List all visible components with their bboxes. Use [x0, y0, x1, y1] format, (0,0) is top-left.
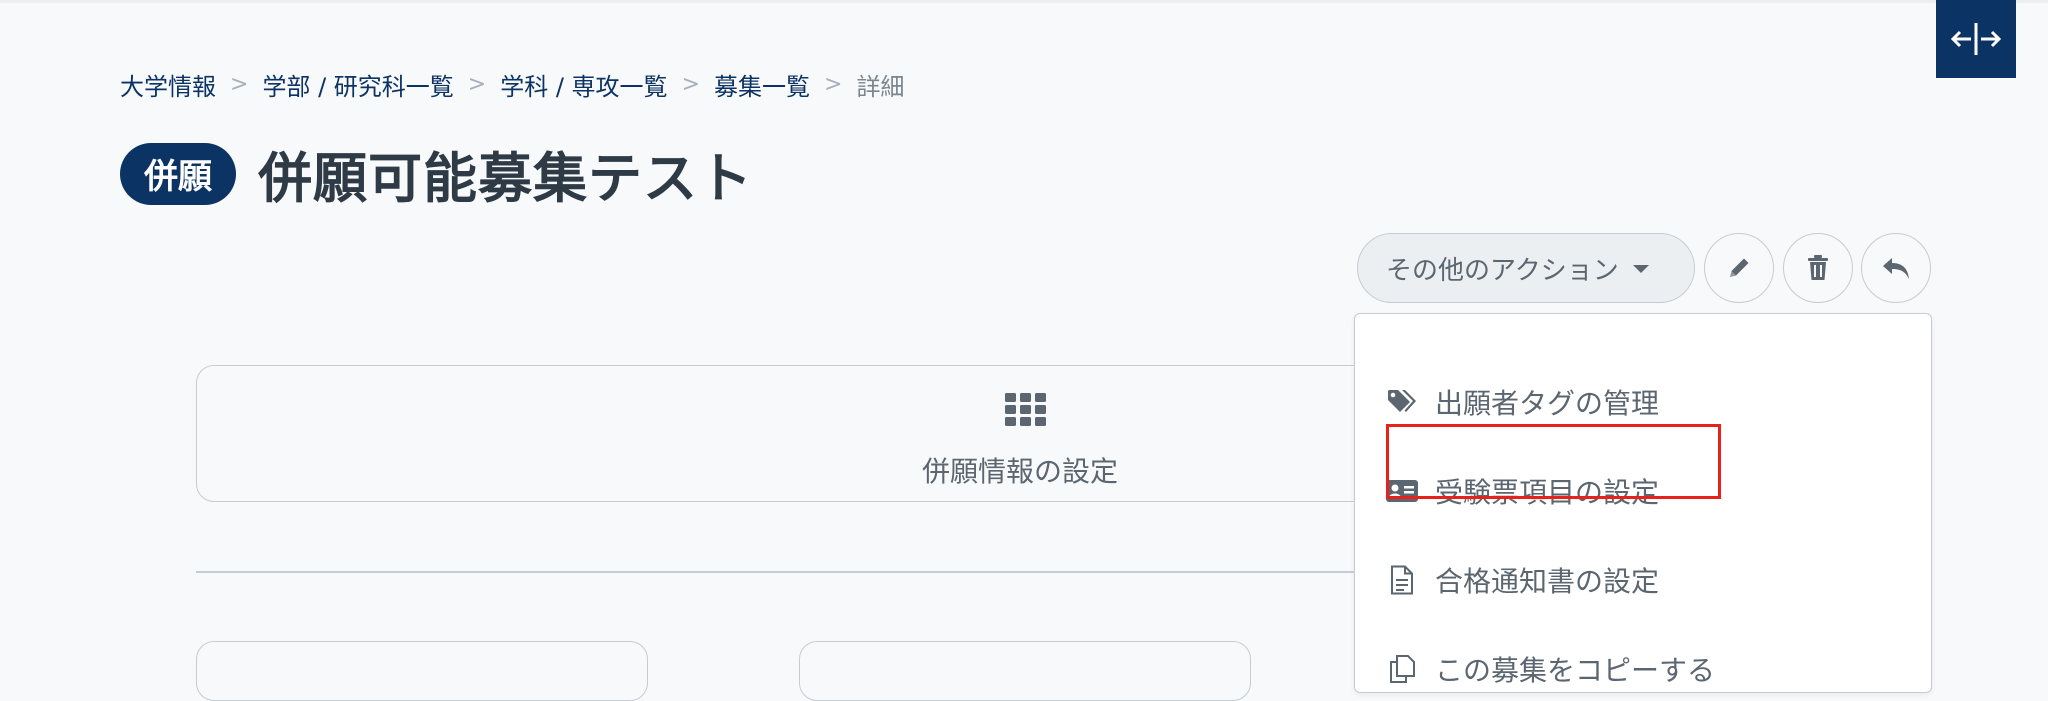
menu-item-label: この募集をコピーする — [1435, 654, 1716, 687]
pencil-icon — [1730, 258, 1749, 277]
menu-item-label: 合格通知書の設定 — [1435, 565, 1660, 598]
delete-button[interactable] — [1783, 233, 1853, 303]
breadcrumb-department-list[interactable]: 学科 / 専攻一覧 — [500, 67, 667, 102]
page-title: 併願可能募集テスト — [258, 147, 753, 210]
expand-collapse-icon — [1950, 23, 2002, 55]
trash-icon — [1808, 255, 1828, 280]
tags-icon — [1385, 385, 1419, 419]
caret-down-icon — [1632, 265, 1649, 273]
breadcrumb-separator: > — [681, 71, 700, 97]
menu-item-applicant-tags[interactable]: 出願者タグの管理 — [1385, 374, 1659, 430]
settings-card[interactable] — [799, 641, 1251, 701]
sidebar-toggle-button[interactable] — [1936, 0, 2016, 78]
breadcrumb-university-info[interactable]: 大学情報 — [120, 67, 216, 102]
grid-icon — [1005, 393, 1046, 426]
more-actions-label: その他のアクション — [1386, 255, 1619, 286]
more-actions-menu: 出願者タグの管理 受験票項目の設定 合格通知書の設定 この募集をコピーする — [1354, 313, 1932, 693]
more-actions-button[interactable]: その他のアクション — [1357, 233, 1695, 303]
menu-item-copy-recruitment[interactable]: この募集をコピーする — [1385, 641, 1715, 697]
page-header: 併願 併願可能募集テスト — [120, 134, 753, 213]
breadcrumb-faculty-list[interactable]: 学部 / 研究科一覧 — [262, 67, 453, 102]
breadcrumb-separator: > — [467, 71, 487, 97]
settings-card[interactable] — [196, 641, 648, 701]
menu-item-acceptance-notice-settings[interactable]: 合格通知書の設定 — [1385, 552, 1659, 608]
document-icon — [1385, 563, 1419, 597]
breadcrumb: 大学情報 > 学部 / 研究科一覧 > 学科 / 専攻一覧 > 募集一覧 > 詳… — [120, 66, 904, 102]
top-border — [0, 0, 2048, 3]
undo-arrow-icon — [1883, 258, 1909, 279]
breadcrumb-separator: > — [230, 71, 249, 97]
edit-button[interactable] — [1704, 233, 1774, 303]
breadcrumb-separator: > — [824, 71, 843, 97]
breadcrumb-current: 詳細 — [856, 72, 905, 101]
menu-item-label: 出願者タグの管理 — [1435, 387, 1660, 420]
copy-icon — [1385, 652, 1419, 686]
back-button[interactable] — [1861, 233, 1931, 303]
breadcrumb-recruitment-list[interactable]: 募集一覧 — [714, 67, 810, 102]
type-badge: 併願 — [120, 142, 236, 205]
highlight-box — [1386, 424, 1721, 499]
